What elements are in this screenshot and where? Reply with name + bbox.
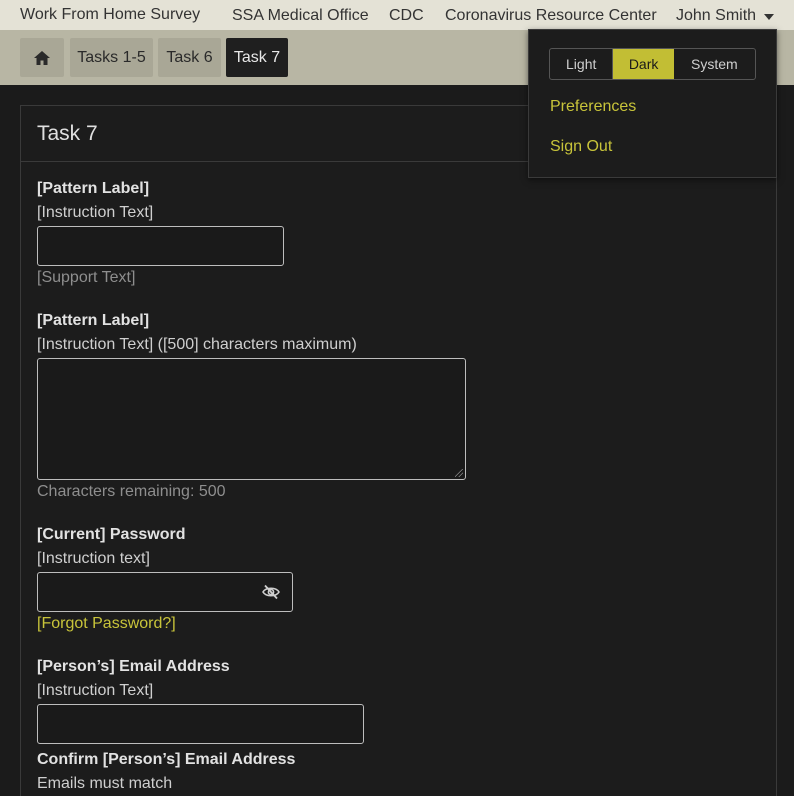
top-navbar: Work From Home Survey SSA Medical Office… bbox=[0, 0, 794, 30]
confirm-email-instruction: Emails must match bbox=[37, 775, 173, 792]
breadcrumb-home[interactable] bbox=[20, 38, 64, 77]
home-icon bbox=[34, 50, 50, 65]
field1-support-text: [Support Text] bbox=[37, 269, 136, 286]
theme-dark-button[interactable]: Dark bbox=[613, 49, 674, 79]
breadcrumb-tasks-1-5[interactable]: Tasks 1-5 bbox=[70, 38, 153, 77]
forgot-password-link[interactable]: [Forgot Password?] bbox=[37, 615, 176, 633]
breadcrumb-task-7[interactable]: Task 7 bbox=[226, 38, 288, 77]
preferences-link[interactable]: Preferences bbox=[550, 98, 636, 116]
resize-handle-icon[interactable] bbox=[455, 469, 463, 477]
confirm-email-label: Confirm [Person’s] Email Address bbox=[37, 751, 296, 768]
theme-light-button[interactable]: Light bbox=[550, 49, 614, 79]
nav-link-cdc[interactable]: CDC bbox=[389, 7, 424, 25]
password-input[interactable] bbox=[37, 572, 293, 612]
email-instruction: [Instruction Text] bbox=[37, 682, 154, 699]
breadcrumb-task-6[interactable]: Task 6 bbox=[158, 38, 221, 77]
theme-switcher: Light Dark System bbox=[549, 48, 756, 80]
field2-textarea[interactable] bbox=[37, 358, 466, 480]
user-menu-toggle[interactable]: John Smith bbox=[676, 7, 775, 25]
user-dropdown-menu: Light Dark System Preferences Sign Out bbox=[528, 29, 777, 178]
field2-label: [Pattern Label] bbox=[37, 312, 150, 329]
field1-label: [Pattern Label] bbox=[37, 180, 150, 197]
email-field[interactable] bbox=[37, 704, 364, 744]
eye-slash-icon[interactable] bbox=[262, 584, 280, 600]
email-label: [Person’s] Email Address bbox=[37, 658, 230, 675]
theme-system-button[interactable]: System bbox=[674, 49, 755, 79]
page-title: Task 7 bbox=[37, 121, 98, 145]
app-title[interactable]: Work From Home Survey bbox=[20, 6, 200, 24]
field1-input[interactable] bbox=[37, 226, 284, 266]
sign-out-link[interactable]: Sign Out bbox=[550, 138, 612, 156]
password-label: [Current] Password bbox=[37, 526, 186, 543]
field2-instruction: [Instruction Text] ([500] characters max… bbox=[37, 336, 357, 353]
nav-link-coronavirus-resource-center[interactable]: Coronavirus Resource Center bbox=[445, 7, 657, 25]
user-name: John Smith bbox=[676, 7, 757, 24]
characters-remaining: Characters remaining: 500 bbox=[37, 483, 226, 500]
nav-link-ssa-medical-office[interactable]: SSA Medical Office bbox=[232, 7, 369, 25]
field1-instruction: [Instruction Text] bbox=[37, 204, 154, 221]
chevron-down-icon bbox=[764, 14, 775, 20]
password-instruction: [Instruction text] bbox=[37, 550, 150, 567]
